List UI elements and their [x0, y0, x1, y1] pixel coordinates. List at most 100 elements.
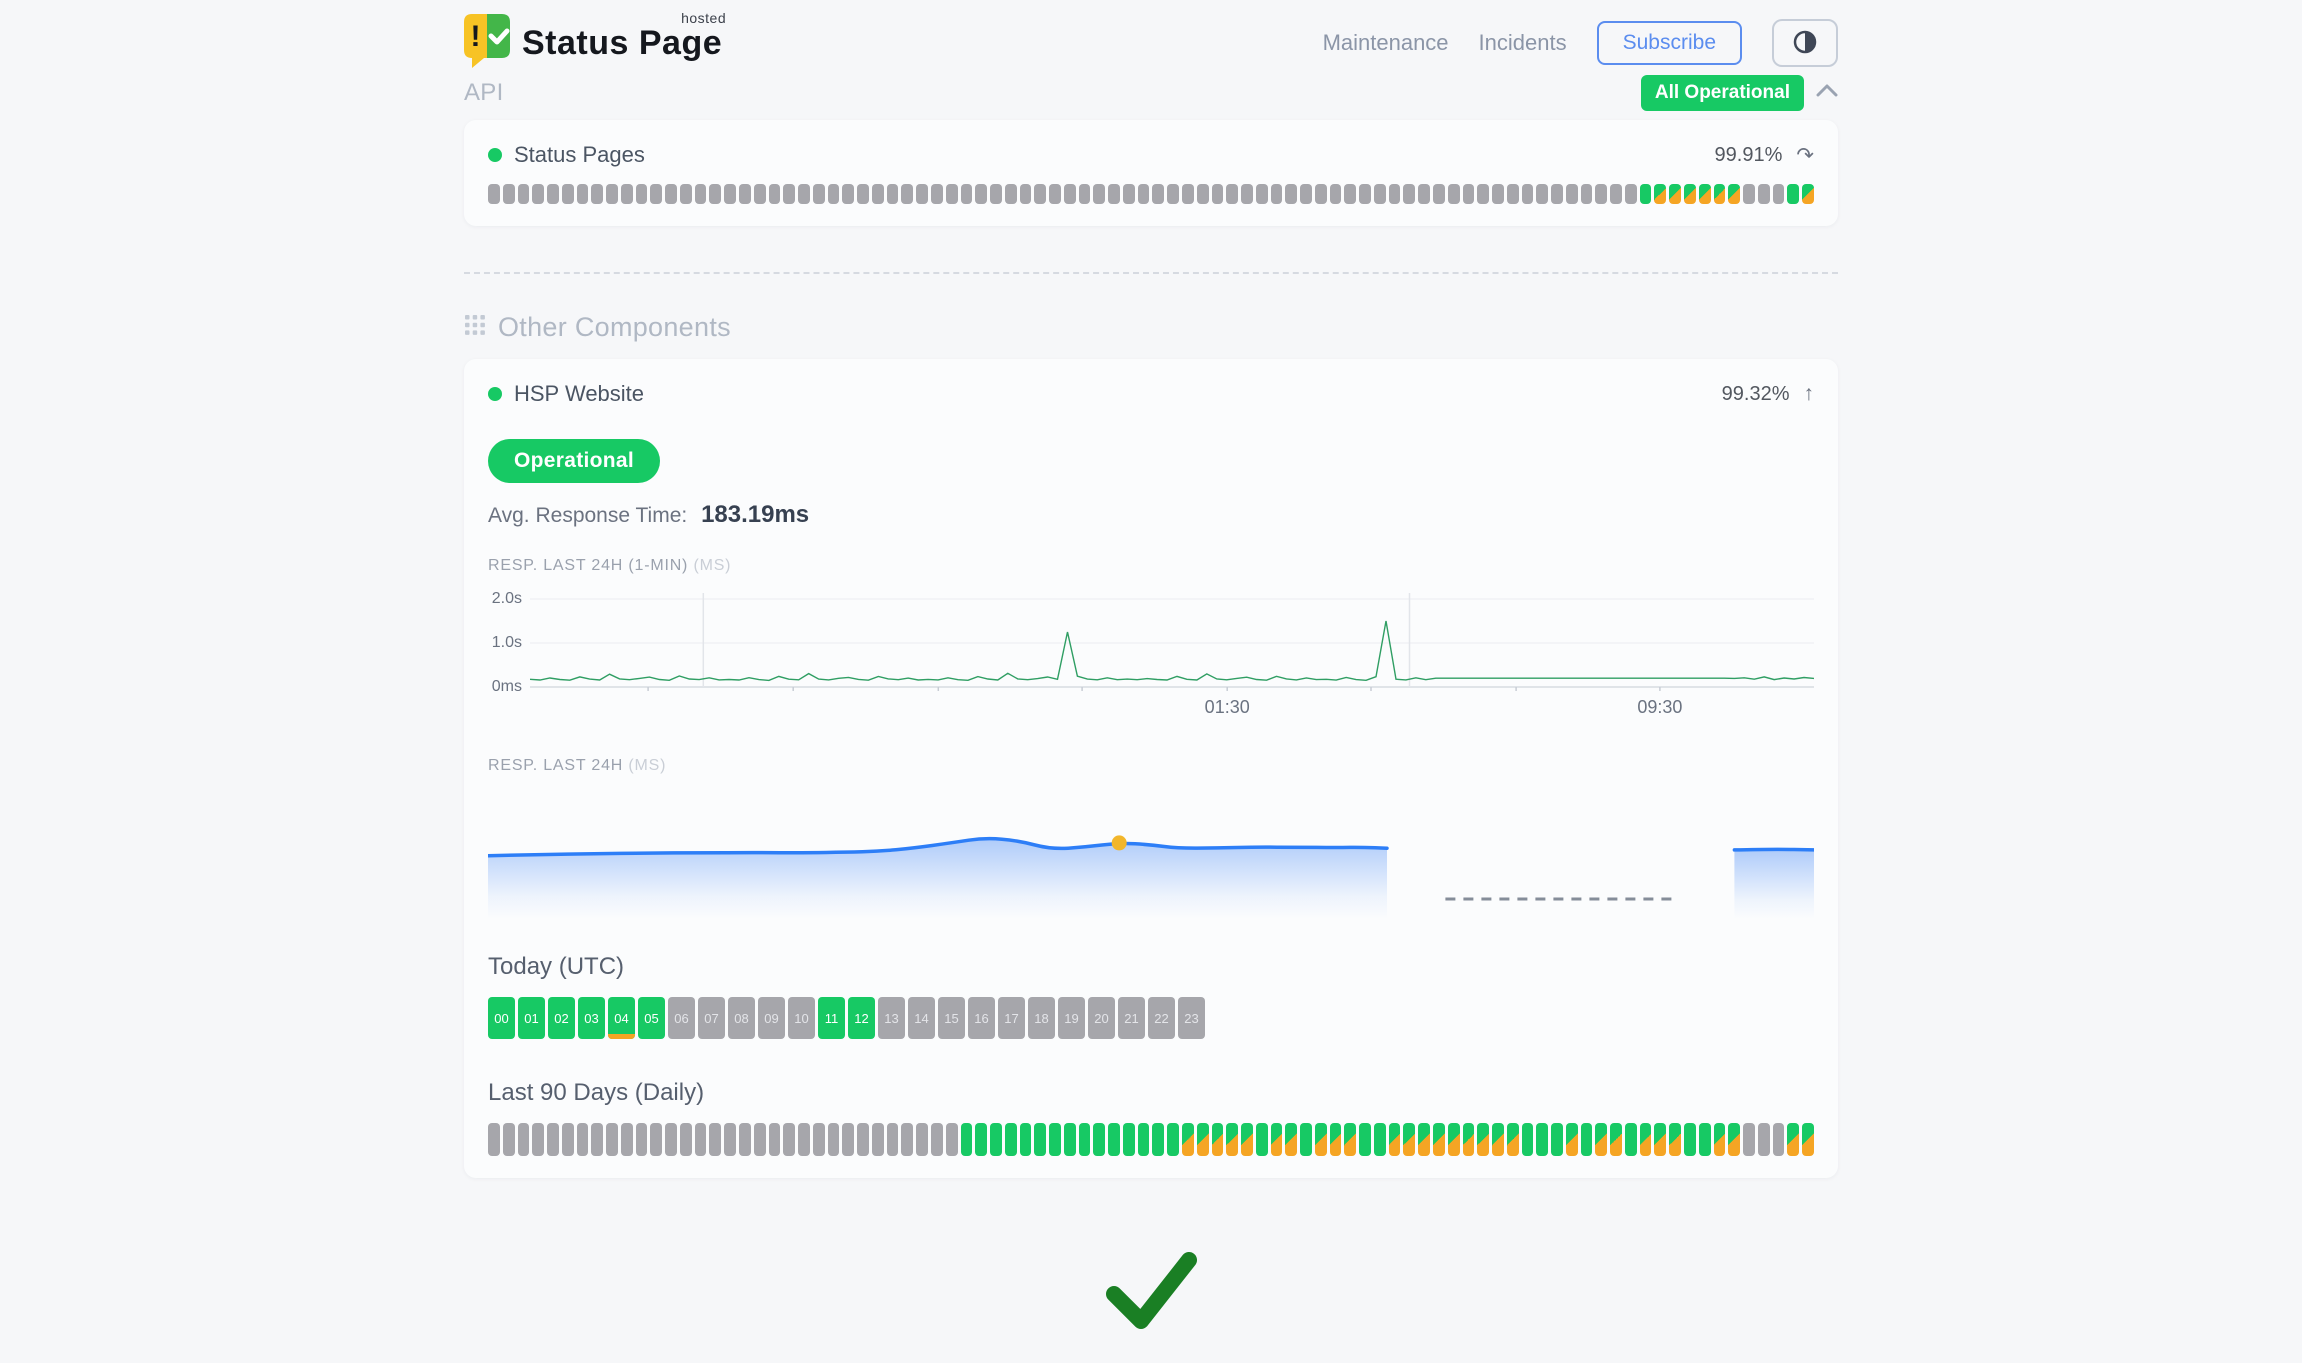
uptime-bar[interactable] — [1802, 184, 1814, 204]
hour-block[interactable]: 21 — [1118, 997, 1145, 1039]
day-bar[interactable] — [1123, 1123, 1135, 1156]
day-bar[interactable] — [695, 1123, 707, 1156]
day-bar[interactable] — [1359, 1123, 1371, 1156]
day-bar[interactable] — [650, 1123, 662, 1156]
day-bar[interactable] — [798, 1123, 810, 1156]
day-bar[interactable] — [1005, 1123, 1017, 1156]
uptime-bar[interactable] — [1093, 184, 1105, 204]
uptime-bar[interactable] — [1182, 184, 1194, 204]
day-bar[interactable] — [518, 1123, 530, 1156]
uptime-bar[interactable] — [1581, 184, 1593, 204]
uptime-bar[interactable] — [1640, 184, 1652, 204]
day-bar[interactable] — [1522, 1123, 1534, 1156]
uptime-bar[interactable] — [1359, 184, 1371, 204]
day-bar[interactable] — [990, 1123, 1002, 1156]
uptime-bar[interactable] — [1374, 184, 1386, 204]
day-bar[interactable] — [769, 1123, 781, 1156]
day-bar[interactable] — [1049, 1123, 1061, 1156]
uptime-bar[interactable] — [695, 184, 707, 204]
hour-block[interactable]: 19 — [1058, 997, 1085, 1039]
uptime-bar[interactable] — [680, 184, 692, 204]
day-bar[interactable] — [1271, 1123, 1283, 1156]
day-bar[interactable] — [1507, 1123, 1519, 1156]
hour-block[interactable]: 14 — [908, 997, 935, 1039]
uptime-bar[interactable] — [1463, 184, 1475, 204]
day-bar[interactable] — [1389, 1123, 1401, 1156]
day-bar[interactable] — [916, 1123, 928, 1156]
uptime-bar[interactable] — [783, 184, 795, 204]
uptime-bar[interactable] — [1108, 184, 1120, 204]
day-bar[interactable] — [1773, 1123, 1785, 1156]
uptime-bar[interactable] — [577, 184, 589, 204]
day-bar[interactable] — [946, 1123, 958, 1156]
day-bar[interactable] — [709, 1123, 721, 1156]
day-bar[interactable] — [1152, 1123, 1164, 1156]
uptime-bar[interactable] — [1714, 184, 1726, 204]
hour-block[interactable]: 01 — [518, 997, 545, 1039]
uptime-bar[interactable] — [1728, 184, 1740, 204]
uptime-bar[interactable] — [562, 184, 574, 204]
hour-block[interactable]: 06 — [668, 997, 695, 1039]
uptime-bar[interactable] — [1300, 184, 1312, 204]
uptime-bar[interactable] — [813, 184, 825, 204]
day-bar[interactable] — [931, 1123, 943, 1156]
uptime-bar[interactable] — [488, 184, 500, 204]
day-bar[interactable] — [577, 1123, 589, 1156]
hour-block[interactable]: 07 — [698, 997, 725, 1039]
uptime-bar[interactable] — [1536, 184, 1548, 204]
arrow-up-icon[interactable]: ↑ — [1804, 382, 1815, 406]
hour-block[interactable]: 04 — [608, 997, 635, 1039]
day-bar[interactable] — [1492, 1123, 1504, 1156]
uptime-bar[interactable] — [961, 184, 973, 204]
day-bar[interactable] — [1079, 1123, 1091, 1156]
day-bar[interactable] — [1477, 1123, 1489, 1156]
day-bar[interactable] — [1640, 1123, 1652, 1156]
day-bar[interactable] — [1654, 1123, 1666, 1156]
day-bar[interactable] — [1566, 1123, 1578, 1156]
day-bar[interactable] — [1212, 1123, 1224, 1156]
uptime-bar[interactable] — [1152, 184, 1164, 204]
uptime-bar[interactable] — [1212, 184, 1224, 204]
uptime-bar[interactable] — [1241, 184, 1253, 204]
uptime-bar[interactable] — [872, 184, 884, 204]
uptime-bar[interactable] — [1344, 184, 1356, 204]
day-bar[interactable] — [1330, 1123, 1342, 1156]
day-bar[interactable] — [857, 1123, 869, 1156]
nav-maintenance[interactable]: Maintenance — [1323, 30, 1449, 56]
day-bar[interactable] — [1758, 1123, 1770, 1156]
day-bar[interactable] — [975, 1123, 987, 1156]
uptime-bar[interactable] — [1773, 184, 1785, 204]
hour-block[interactable]: 16 — [968, 997, 995, 1039]
subscribe-button[interactable]: Subscribe — [1597, 21, 1742, 65]
day-bar[interactable] — [1020, 1123, 1032, 1156]
uptime-bar[interactable] — [1595, 184, 1607, 204]
hour-block[interactable]: 23 — [1178, 997, 1205, 1039]
day-bar[interactable] — [1787, 1123, 1799, 1156]
day-bar[interactable] — [1108, 1123, 1120, 1156]
uptime-bar[interactable] — [1197, 184, 1209, 204]
uptime-bar[interactable] — [1226, 184, 1238, 204]
uptime-bar[interactable] — [1167, 184, 1179, 204]
day-bar[interactable] — [887, 1123, 899, 1156]
hour-block[interactable]: 11 — [818, 997, 845, 1039]
hour-block[interactable]: 08 — [728, 997, 755, 1039]
day-bar[interactable] — [1551, 1123, 1563, 1156]
uptime-bar[interactable] — [621, 184, 633, 204]
uptime-bar[interactable] — [1403, 184, 1415, 204]
uptime-bar[interactable] — [1625, 184, 1637, 204]
day-bar[interactable] — [1093, 1123, 1105, 1156]
uptime-bar[interactable] — [1389, 184, 1401, 204]
hour-block[interactable]: 15 — [938, 997, 965, 1039]
hour-block[interactable]: 10 — [788, 997, 815, 1039]
theme-toggle-button[interactable] — [1772, 19, 1838, 67]
day-bar[interactable] — [1433, 1123, 1445, 1156]
hour-block[interactable]: 20 — [1088, 997, 1115, 1039]
day-bar[interactable] — [901, 1123, 913, 1156]
uptime-bar[interactable] — [1315, 184, 1327, 204]
nav-incidents[interactable]: Incidents — [1479, 30, 1567, 56]
logo[interactable]: ! Status Page hosted — [464, 14, 722, 73]
day-bar[interactable] — [1418, 1123, 1430, 1156]
uptime-bar[interactable] — [1271, 184, 1283, 204]
day-bar[interactable] — [1241, 1123, 1253, 1156]
uptime-bar[interactable] — [518, 184, 530, 204]
